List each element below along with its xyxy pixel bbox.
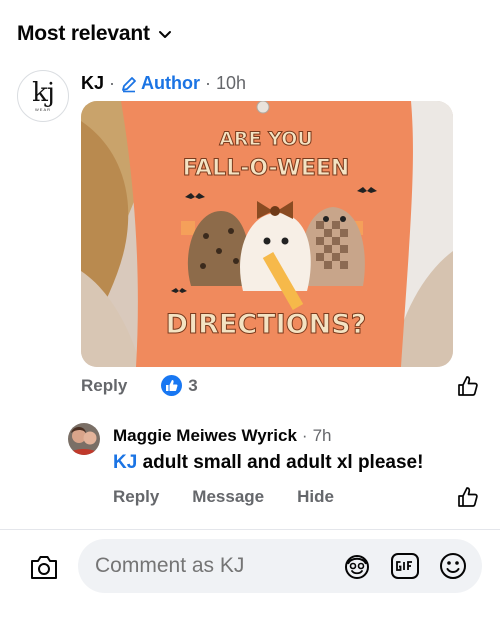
reply-meta: Maggie Meiwes Wyrick · 7h xyxy=(113,426,332,446)
avatar-sticker-icon[interactable] xyxy=(342,551,372,581)
mention-link[interactable]: KJ xyxy=(113,452,137,473)
reply-text: adult small and adult xl please! xyxy=(137,452,424,473)
comment-time[interactable]: 10h xyxy=(216,73,246,94)
author-badge: Author xyxy=(120,73,200,94)
comment-input[interactable] xyxy=(95,554,366,578)
separator-dot: · xyxy=(205,73,211,93)
comment-photo[interactable]: ARE YOU FALL-O-WEEN DIRECTIONS? xyxy=(81,101,453,367)
camera-icon[interactable] xyxy=(29,553,59,581)
emoji-icon[interactable] xyxy=(438,551,468,581)
reaction-count[interactable]: 3 xyxy=(161,375,198,396)
reply-actions: Reply Message Hide xyxy=(113,487,367,507)
avatar[interactable]: kj WEAR xyxy=(17,70,69,122)
divider xyxy=(0,529,500,530)
separator-dot: · xyxy=(109,73,116,93)
chevron-down-icon xyxy=(158,31,171,38)
like-thumb-icon[interactable] xyxy=(457,486,479,508)
reaction-count-value: 3 xyxy=(188,375,198,395)
shirt-text-bottom: DIRECTIONS? xyxy=(166,309,367,340)
comment-actions: Reply 3 xyxy=(81,375,198,396)
reply-author[interactable]: Maggie Meiwes Wyrick xyxy=(113,426,297,446)
like-reaction-icon xyxy=(161,375,183,396)
sort-dropdown[interactable]: Most relevant xyxy=(17,22,172,46)
avatar-logo-sub: WEAR xyxy=(35,106,51,112)
avatar-logo: kj xyxy=(32,77,55,108)
gif-icon[interactable] xyxy=(390,551,420,581)
author-badge-label: Author xyxy=(141,73,200,93)
reply-time[interactable]: 7h xyxy=(313,426,332,446)
reply-button[interactable]: Reply xyxy=(113,487,159,507)
avatar[interactable] xyxy=(68,423,100,455)
shirt-text-top-1: ARE YOU xyxy=(219,128,313,150)
shirt-photo: ARE YOU FALL-O-WEEN DIRECTIONS? xyxy=(81,101,453,367)
hide-button[interactable]: Hide xyxy=(297,487,334,507)
comment-composer[interactable] xyxy=(78,539,482,593)
shirt-text-top-2: FALL-O-WEEN xyxy=(183,156,350,181)
reply-body: KJ adult small and adult xl please! xyxy=(113,452,423,474)
comment-meta: KJ · Author · 10h xyxy=(81,73,246,94)
comment-author[interactable]: KJ xyxy=(81,73,104,94)
reply-button[interactable]: Reply xyxy=(81,376,127,396)
pencil-icon xyxy=(122,76,136,92)
sort-label: Most relevant xyxy=(17,22,150,45)
like-thumb-icon[interactable] xyxy=(457,375,479,397)
separator-dot: · xyxy=(301,426,308,445)
message-button[interactable]: Message xyxy=(192,487,264,507)
